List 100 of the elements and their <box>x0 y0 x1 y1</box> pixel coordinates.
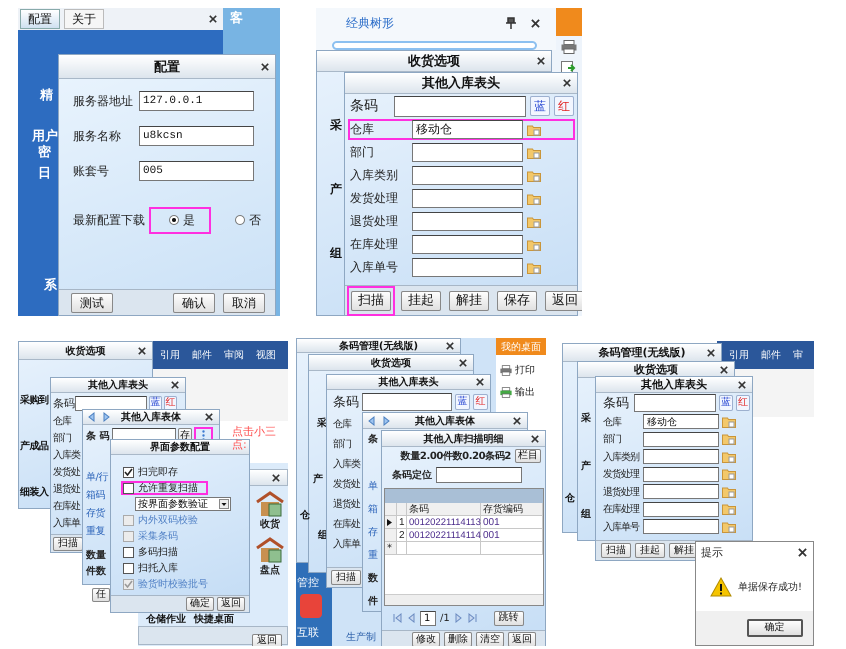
radio-button[interactable] <box>235 215 245 225</box>
close-icon[interactable] <box>798 548 807 557</box>
shortcut-label[interactable]: 快捷桌面 <box>194 614 234 626</box>
last-page-icon[interactable] <box>468 613 478 623</box>
close-icon[interactable] <box>171 381 179 389</box>
text-field[interactable] <box>643 466 719 482</box>
action-label[interactable]: 打印 <box>515 363 535 377</box>
text-field[interactable] <box>436 467 522 483</box>
ribbon-tab[interactable]: 审 <box>793 348 803 362</box>
menu-tab[interactable]: 配置 <box>20 9 60 29</box>
folder-icon[interactable] <box>722 433 736 445</box>
launcher-label[interactable]: 互联 <box>297 626 319 640</box>
checkbox[interactable] <box>123 482 134 494</box>
task-button[interactable]: 任 <box>92 588 110 602</box>
search-field[interactable] <box>332 41 537 50</box>
dialog-button[interactable]: 测试 <box>71 292 113 312</box>
text-field[interactable] <box>412 143 523 162</box>
folder-icon[interactable] <box>722 450 736 462</box>
action-button[interactable]: 解挂 <box>449 290 489 310</box>
action-button[interactable]: 挂起 <box>635 543 665 558</box>
action-button[interactable]: 扫描 <box>331 570 361 585</box>
color-toggle-button[interactable]: 红 <box>554 96 574 116</box>
dialog-button[interactable]: 取消 <box>223 292 265 312</box>
action-button[interactable]: 修改 <box>412 632 440 646</box>
checkbox[interactable] <box>123 562 134 574</box>
printer-icon[interactable] <box>500 364 512 376</box>
dialog-button[interactable]: 确认 <box>173 292 215 312</box>
text-field[interactable]: 005 <box>139 161 254 181</box>
folder-icon[interactable] <box>527 170 541 182</box>
action-label[interactable]: 输出 <box>515 385 535 399</box>
text-field[interactable] <box>412 189 523 208</box>
page-field[interactable]: 1 <box>420 610 436 626</box>
text-field[interactable] <box>643 484 719 499</box>
action-button[interactable]: 删除 <box>444 632 472 646</box>
warehouse-icon[interactable] <box>255 537 285 563</box>
warehouse-icon[interactable] <box>255 491 285 517</box>
close-icon[interactable] <box>476 378 484 386</box>
text-field[interactable] <box>394 96 526 116</box>
nav-item[interactable]: 生产制 <box>346 632 376 644</box>
row-header[interactable] <box>385 516 397 529</box>
ribbon-tab[interactable]: 审阅 <box>224 348 244 362</box>
close-icon[interactable] <box>261 62 269 70</box>
close-icon[interactable] <box>209 15 217 23</box>
color-toggle-button[interactable]: 红 <box>473 394 488 410</box>
action-button[interactable]: 清空 <box>476 632 504 646</box>
close-icon[interactable] <box>531 434 539 442</box>
ribbon-tab[interactable]: 邮件 <box>761 348 781 362</box>
ok-button[interactable]: 确定 <box>746 619 802 637</box>
action-button[interactable]: 扫描 <box>53 536 83 550</box>
column-header[interactable]: 存货编码 <box>481 503 543 516</box>
text-field[interactable] <box>412 235 523 254</box>
export-icon[interactable] <box>561 60 577 74</box>
ribbon-tab[interactable]: 引用 <box>160 348 180 362</box>
pin-icon[interactable] <box>506 17 516 29</box>
ribbon-tab[interactable]: 引用 <box>729 348 749 362</box>
close-icon[interactable] <box>720 366 728 374</box>
close-icon[interactable] <box>446 342 454 350</box>
close-icon[interactable] <box>459 358 467 366</box>
left-arrow-icon[interactable] <box>368 416 375 426</box>
text-field[interactable] <box>643 502 719 516</box>
color-toggle-button[interactable]: 红 <box>736 395 750 411</box>
folder-icon[interactable] <box>722 468 736 480</box>
color-toggle-button[interactable]: 蓝 <box>455 394 470 410</box>
close-icon[interactable] <box>537 57 545 65</box>
launcher-label[interactable]: 管控 <box>297 576 319 590</box>
action-button[interactable]: 保存 <box>497 290 537 310</box>
back-button[interactable]: 返回 <box>252 634 282 646</box>
dialog-button[interactable]: 确定 <box>186 597 214 611</box>
text-field[interactable] <box>643 432 719 446</box>
close-icon[interactable] <box>205 413 213 421</box>
scrollbar[interactable] <box>385 594 543 605</box>
close-icon[interactable] <box>138 346 146 354</box>
text-field[interactable] <box>412 258 523 277</box>
text-field[interactable] <box>412 212 523 231</box>
color-toggle-button[interactable]: 蓝 <box>530 96 550 116</box>
folder-icon[interactable] <box>722 520 736 532</box>
close-icon[interactable] <box>563 79 571 87</box>
right-arrow-icon[interactable] <box>103 412 110 422</box>
folder-icon[interactable] <box>527 216 541 228</box>
color-toggle-button[interactable]: 红 <box>164 396 177 410</box>
color-toggle-button[interactable]: 蓝 <box>149 396 162 410</box>
first-page-icon[interactable] <box>392 613 402 623</box>
folder-icon[interactable] <box>527 124 541 136</box>
close-icon[interactable] <box>513 416 521 424</box>
folder-icon[interactable] <box>722 416 736 428</box>
radio-button[interactable] <box>169 215 179 225</box>
close-icon[interactable] <box>531 19 540 28</box>
columns-button[interactable]: 栏目 <box>515 448 541 462</box>
text-field[interactable]: u8kcsn <box>139 126 254 146</box>
action-button[interactable]: 返回 <box>508 632 536 646</box>
printer-icon[interactable] <box>561 40 577 54</box>
dialog-button[interactable]: 返回 <box>217 597 245 611</box>
close-icon[interactable] <box>272 474 280 482</box>
folder-icon[interactable] <box>527 262 541 274</box>
text-field[interactable]: 移动仓 <box>412 120 523 139</box>
text-field[interactable] <box>362 393 452 411</box>
folder-icon[interactable] <box>722 503 736 515</box>
text-field[interactable] <box>634 394 716 412</box>
text-field[interactable]: 127.0.0.1 <box>139 91 254 111</box>
close-icon[interactable] <box>707 348 715 356</box>
